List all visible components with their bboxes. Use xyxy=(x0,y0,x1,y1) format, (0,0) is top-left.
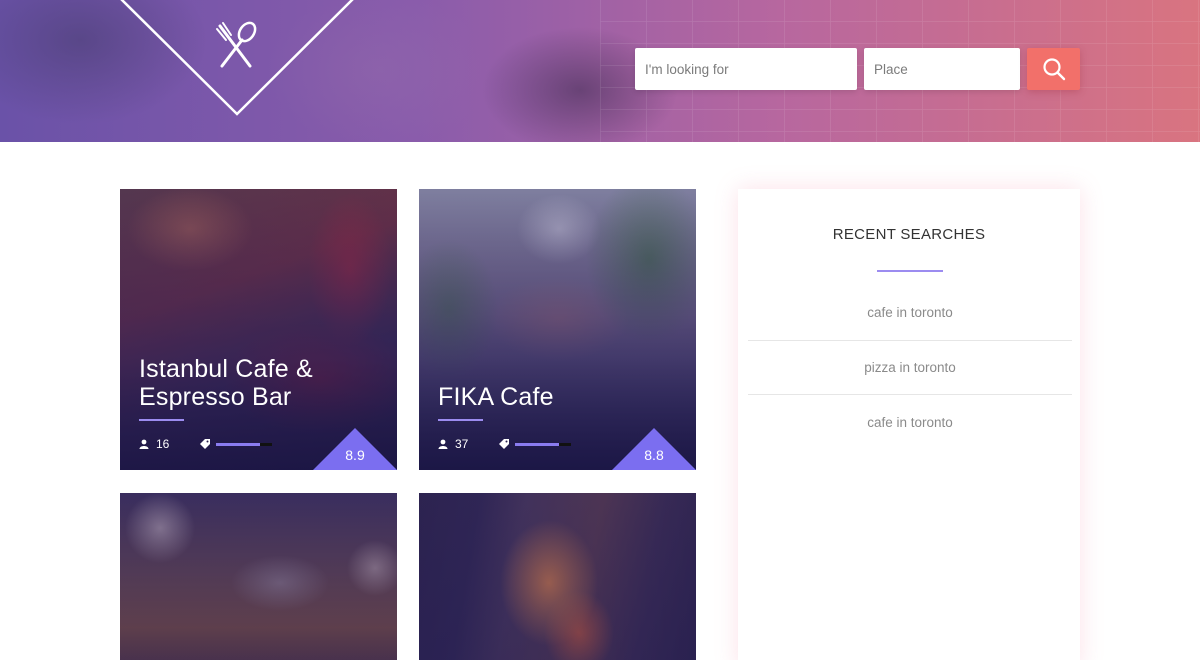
user-icon xyxy=(139,439,149,449)
price-tag-icon xyxy=(499,439,509,449)
reviewer-count: 37 xyxy=(455,437,469,451)
price-level-bar xyxy=(216,442,272,446)
search-button[interactable] xyxy=(1027,48,1080,90)
place-card[interactable]: Istanbul Cafe & Espresso Bar 16 8.9 xyxy=(120,189,397,470)
search-place-input[interactable] xyxy=(864,48,1020,90)
place-card[interactable]: FIKA Cafe 37 8.8 xyxy=(419,189,696,470)
score-value: 8.8 xyxy=(644,447,664,463)
title-underline xyxy=(877,270,943,272)
price-level-fill xyxy=(515,442,559,446)
recent-search-item[interactable]: pizza in toronto xyxy=(748,341,1072,395)
user-icon xyxy=(438,439,448,449)
recent-searches-list: cafe in toronto pizza in toronto cafe in… xyxy=(748,286,1072,450)
title-underline xyxy=(438,419,483,421)
search-icon xyxy=(1042,58,1065,81)
score-badge: 8.8 xyxy=(612,428,696,470)
recent-searches-title: RECENT SEARCHES xyxy=(832,226,986,243)
place-title: Istanbul Cafe & Espresso Bar xyxy=(139,355,313,411)
price-tag-icon xyxy=(200,439,210,449)
recent-searches-panel: RECENT SEARCHES cafe in toronto pizza in… xyxy=(738,189,1080,660)
place-card[interactable] xyxy=(120,493,397,660)
place-title: FIKA Cafe xyxy=(438,383,554,411)
price-level-bar xyxy=(515,442,571,446)
recent-search-item[interactable]: cafe in toronto xyxy=(748,286,1072,341)
fork-and-spoon-icon[interactable] xyxy=(212,20,262,74)
recent-search-item[interactable]: cafe in toronto xyxy=(748,395,1072,450)
score-value: 8.9 xyxy=(345,447,365,463)
hero-header xyxy=(0,0,1200,142)
place-meta: 37 xyxy=(438,437,571,451)
place-card[interactable] xyxy=(419,493,696,660)
score-badge: 8.9 xyxy=(313,428,397,470)
title-underline xyxy=(139,419,184,421)
price-level-fill xyxy=(216,442,260,446)
search-query-input[interactable] xyxy=(635,48,857,90)
reviewer-count: 16 xyxy=(156,437,170,451)
place-meta: 16 xyxy=(139,437,272,451)
